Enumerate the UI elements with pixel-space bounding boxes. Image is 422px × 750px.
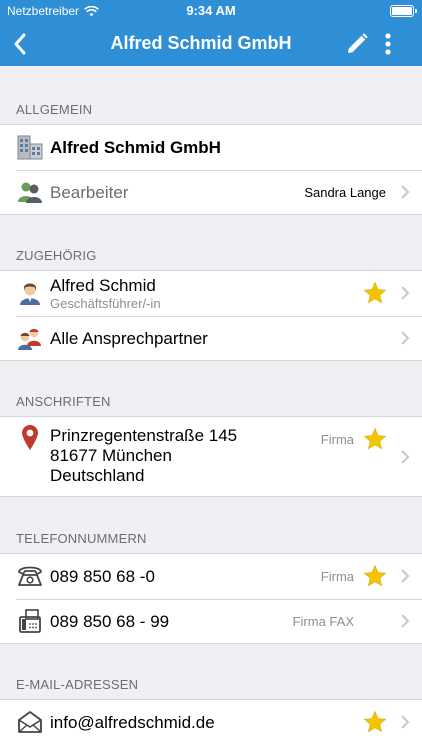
fax-icon [16, 607, 44, 635]
users-icon [16, 178, 44, 206]
status-time: 9:34 AM [186, 3, 236, 18]
chevron-right-icon [401, 331, 410, 345]
pencil-icon [348, 33, 368, 53]
chevron-right-icon [401, 614, 410, 628]
navigation-header: Netzbetreiber 9:34 AM Alfred Schmid GmbH [0, 0, 422, 66]
all-contacts-label: Alle Ansprechpartner [50, 329, 208, 348]
chevron-right-icon [401, 185, 410, 199]
section-header-related: ZUGEHÖRIG [16, 248, 97, 263]
addresses-group: Prinzregentenstraße 145 81677 München De… [0, 416, 422, 497]
editor-row[interactable]: Bearbeiter Sandra Lange [0, 170, 422, 214]
star-icon [363, 281, 387, 304]
phone-number: 089 850 68 -0 [50, 567, 155, 586]
general-group: Alfred Schmid GmbH Bearbeiter Sandra Lan… [0, 124, 422, 215]
page-title: Alfred Schmid GmbH [110, 33, 292, 53]
phone-row[interactable]: 089 850 68 -0 Firma [0, 554, 422, 599]
person-icon [16, 279, 44, 307]
address-text: Prinzregentenstraße 145 81677 München De… [50, 426, 237, 486]
back-button[interactable] [8, 30, 32, 58]
chevron-right-icon [401, 715, 410, 729]
address-row[interactable]: Prinzregentenstraße 145 81677 München De… [0, 417, 422, 496]
more-options-button[interactable] [378, 30, 398, 58]
contacts-icon [16, 324, 44, 352]
related-group: Alfred Schmid Geschäftsführer/-in Alle A… [0, 270, 422, 361]
address-line-street: Prinzregentenstraße 145 [50, 426, 238, 445]
chevron-right-icon [401, 286, 410, 300]
address-type: Firma [320, 432, 354, 447]
editor-value: Sandra Lange [304, 185, 386, 200]
chevron-left-icon [14, 33, 26, 55]
star-icon [363, 427, 387, 450]
phones-group: 089 850 68 -0 Firma 089 850 68 - 99 Firm… [0, 553, 422, 644]
map-pin-icon [16, 423, 44, 451]
company-row: Alfred Schmid GmbH [0, 125, 422, 170]
all-contacts-row[interactable]: Alle Ansprechpartner [0, 316, 422, 360]
phone-type: Firma [320, 569, 354, 584]
contact-person-role: Geschäftsführer/-in [50, 296, 161, 311]
edit-button[interactable] [343, 30, 371, 58]
battery-icon [390, 5, 417, 17]
telephone-icon [16, 562, 44, 590]
chevron-right-icon [401, 450, 410, 464]
section-header-phones: TELEFONNUMMERN [16, 531, 147, 546]
chevron-right-icon [401, 569, 410, 583]
fax-row[interactable]: 089 850 68 - 99 Firma FAX [0, 599, 422, 643]
contact-person-row[interactable]: Alfred Schmid Geschäftsführer/-in [0, 271, 422, 316]
emails-group: info@alfredschmid.de [0, 699, 422, 750]
email-row[interactable]: info@alfredschmid.de [0, 700, 422, 745]
star-icon [363, 710, 387, 733]
envelope-icon [16, 708, 44, 736]
star-icon [363, 564, 387, 587]
email-address: info@alfredschmid.de [50, 713, 215, 732]
section-header-addresses: ANSCHRIFTEN [16, 394, 111, 409]
section-header-emails: E-MAIL-ADRESSEN [16, 677, 139, 692]
address-line-country: Deutschland [50, 466, 145, 485]
fax-number: 089 850 68 - 99 [50, 612, 170, 631]
section-header-general: ALLGEMEIN [16, 102, 93, 117]
contact-person-name: Alfred Schmid [50, 276, 156, 295]
status-bar: Netzbetreiber 9:34 AM [0, 0, 422, 22]
more-vertical-icon [385, 33, 391, 55]
editor-label: Bearbeiter [50, 183, 129, 202]
building-icon [16, 133, 44, 161]
fax-type: Firma FAX [292, 614, 354, 629]
address-line-city: 81677 München [50, 446, 172, 465]
company-name: Alfred Schmid GmbH [50, 138, 221, 157]
